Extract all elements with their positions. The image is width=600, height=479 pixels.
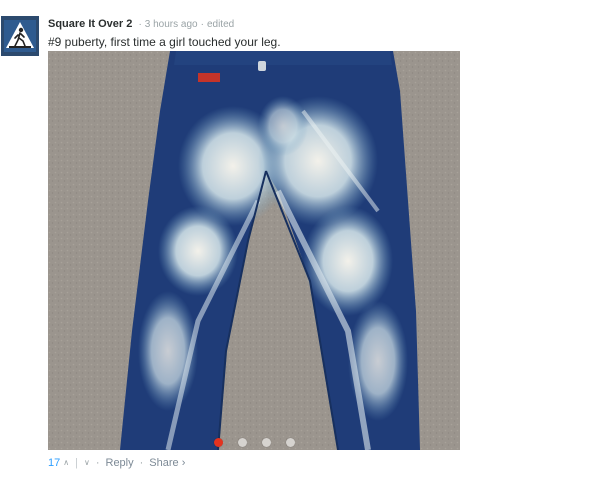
separator-dot: · xyxy=(95,457,100,469)
timestamp[interactable]: 3 hours ago xyxy=(145,19,198,30)
reply-link[interactable]: Reply xyxy=(106,456,134,470)
carousel-dot-4[interactable] xyxy=(285,438,295,447)
comment-header: Square It Over 2 · 3 hours ago · edited xyxy=(48,17,234,32)
comment-image[interactable] xyxy=(48,51,460,450)
carousel-dot-3[interactable] xyxy=(261,438,271,447)
carousel-dot-2[interactable] xyxy=(237,438,247,447)
edited-label: edited xyxy=(206,19,235,30)
carousel-dot-1[interactable] xyxy=(213,438,223,447)
separator-dot: · xyxy=(139,457,144,469)
comment-text: #9 puberty, first time a girl touched yo… xyxy=(48,35,281,49)
pedestrian-crossing-sign-icon xyxy=(4,20,36,52)
vote-divider: | xyxy=(75,457,78,469)
share-link[interactable]: Share › xyxy=(149,456,185,470)
caret-down-icon[interactable]: ∨ xyxy=(84,456,90,470)
comment-footer: 17 ∧ | ∨ · Reply · Share › xyxy=(48,456,185,470)
separator-dot: · xyxy=(138,19,142,30)
bleached-jeans-photo xyxy=(48,51,460,450)
author-name[interactable]: Square It Over 2 xyxy=(48,18,132,30)
vote-count: 17 xyxy=(48,457,61,469)
separator-dot: · xyxy=(200,19,204,30)
carousel-dots xyxy=(48,438,460,447)
avatar[interactable] xyxy=(1,16,39,56)
caret-up-icon: ∧ xyxy=(63,458,70,467)
upvote-button[interactable]: 17 ∧ xyxy=(48,456,69,470)
